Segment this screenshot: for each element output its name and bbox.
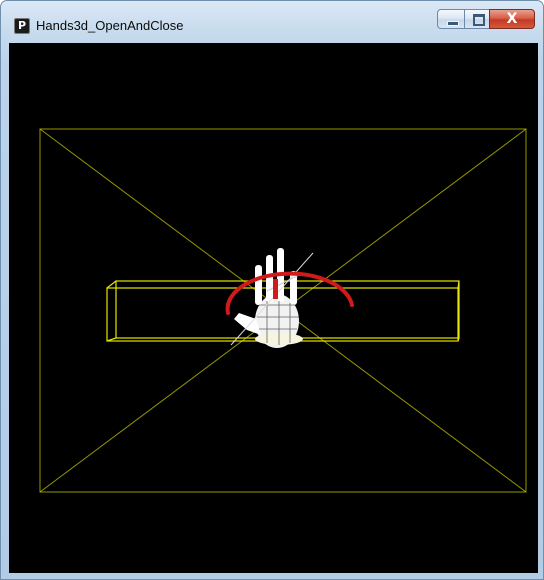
minimize-button[interactable] xyxy=(437,9,465,29)
maximize-button[interactable] xyxy=(464,9,490,29)
box-edge xyxy=(106,280,117,289)
minimize-icon xyxy=(447,21,459,26)
caption-buttons: X xyxy=(437,9,535,31)
maximize-icon xyxy=(473,14,485,26)
close-button[interactable]: X xyxy=(489,9,535,29)
scene-svg xyxy=(39,128,527,493)
finger-index xyxy=(255,265,262,305)
window-title: Hands3d_OpenAndClose xyxy=(36,18,184,33)
red-marker xyxy=(273,279,278,299)
processing-app-icon[interactable]: P xyxy=(14,18,30,34)
sketch-canvas[interactable] xyxy=(9,43,538,573)
app-window: P Hands3d_OpenAndClose X xyxy=(0,0,544,580)
finger-middle xyxy=(266,255,273,303)
title-bar[interactable]: P Hands3d_OpenAndClose X xyxy=(1,1,543,41)
app-icon-glyph: P xyxy=(17,19,27,32)
hand-model xyxy=(230,248,314,348)
close-icon: X xyxy=(506,11,518,27)
